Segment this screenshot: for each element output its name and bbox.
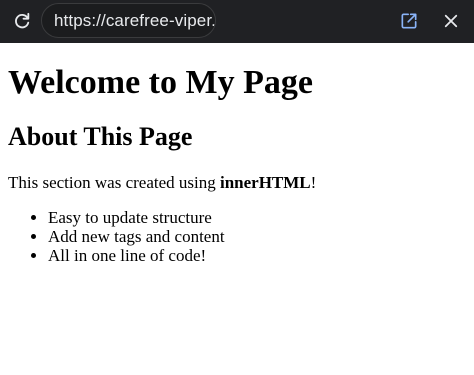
section-heading: About This Page [8,122,193,151]
open-external-icon [401,13,417,29]
intro-prefix: This section was created using [8,173,220,192]
page-content: Welcome to My Page About This Page This … [0,43,474,375]
reload-button[interactable] [10,9,34,33]
list-item: Add new tags and content [48,227,225,246]
close-icon [444,14,458,28]
intro-paragraph: This section was created using innerHTML… [8,172,316,194]
address-bar[interactable]: https://carefree-viper.co [41,3,216,38]
reload-icon [15,12,30,29]
intro-emphasis: innerHTML [219,173,311,192]
feature-list: Easy to update structure Add new tags an… [0,208,225,265]
list-item: Easy to update structure [48,208,225,227]
open-external-button[interactable] [398,10,420,32]
list-item: All in one line of code! [48,246,225,265]
browser-toolbar: https://carefree-viper.co [0,0,474,43]
address-bar-url: https://carefree-viper.co [54,10,216,30]
page-heading: Welcome to My Page [8,64,313,101]
intro-suffix: ! [310,173,317,192]
close-button[interactable] [440,10,462,32]
